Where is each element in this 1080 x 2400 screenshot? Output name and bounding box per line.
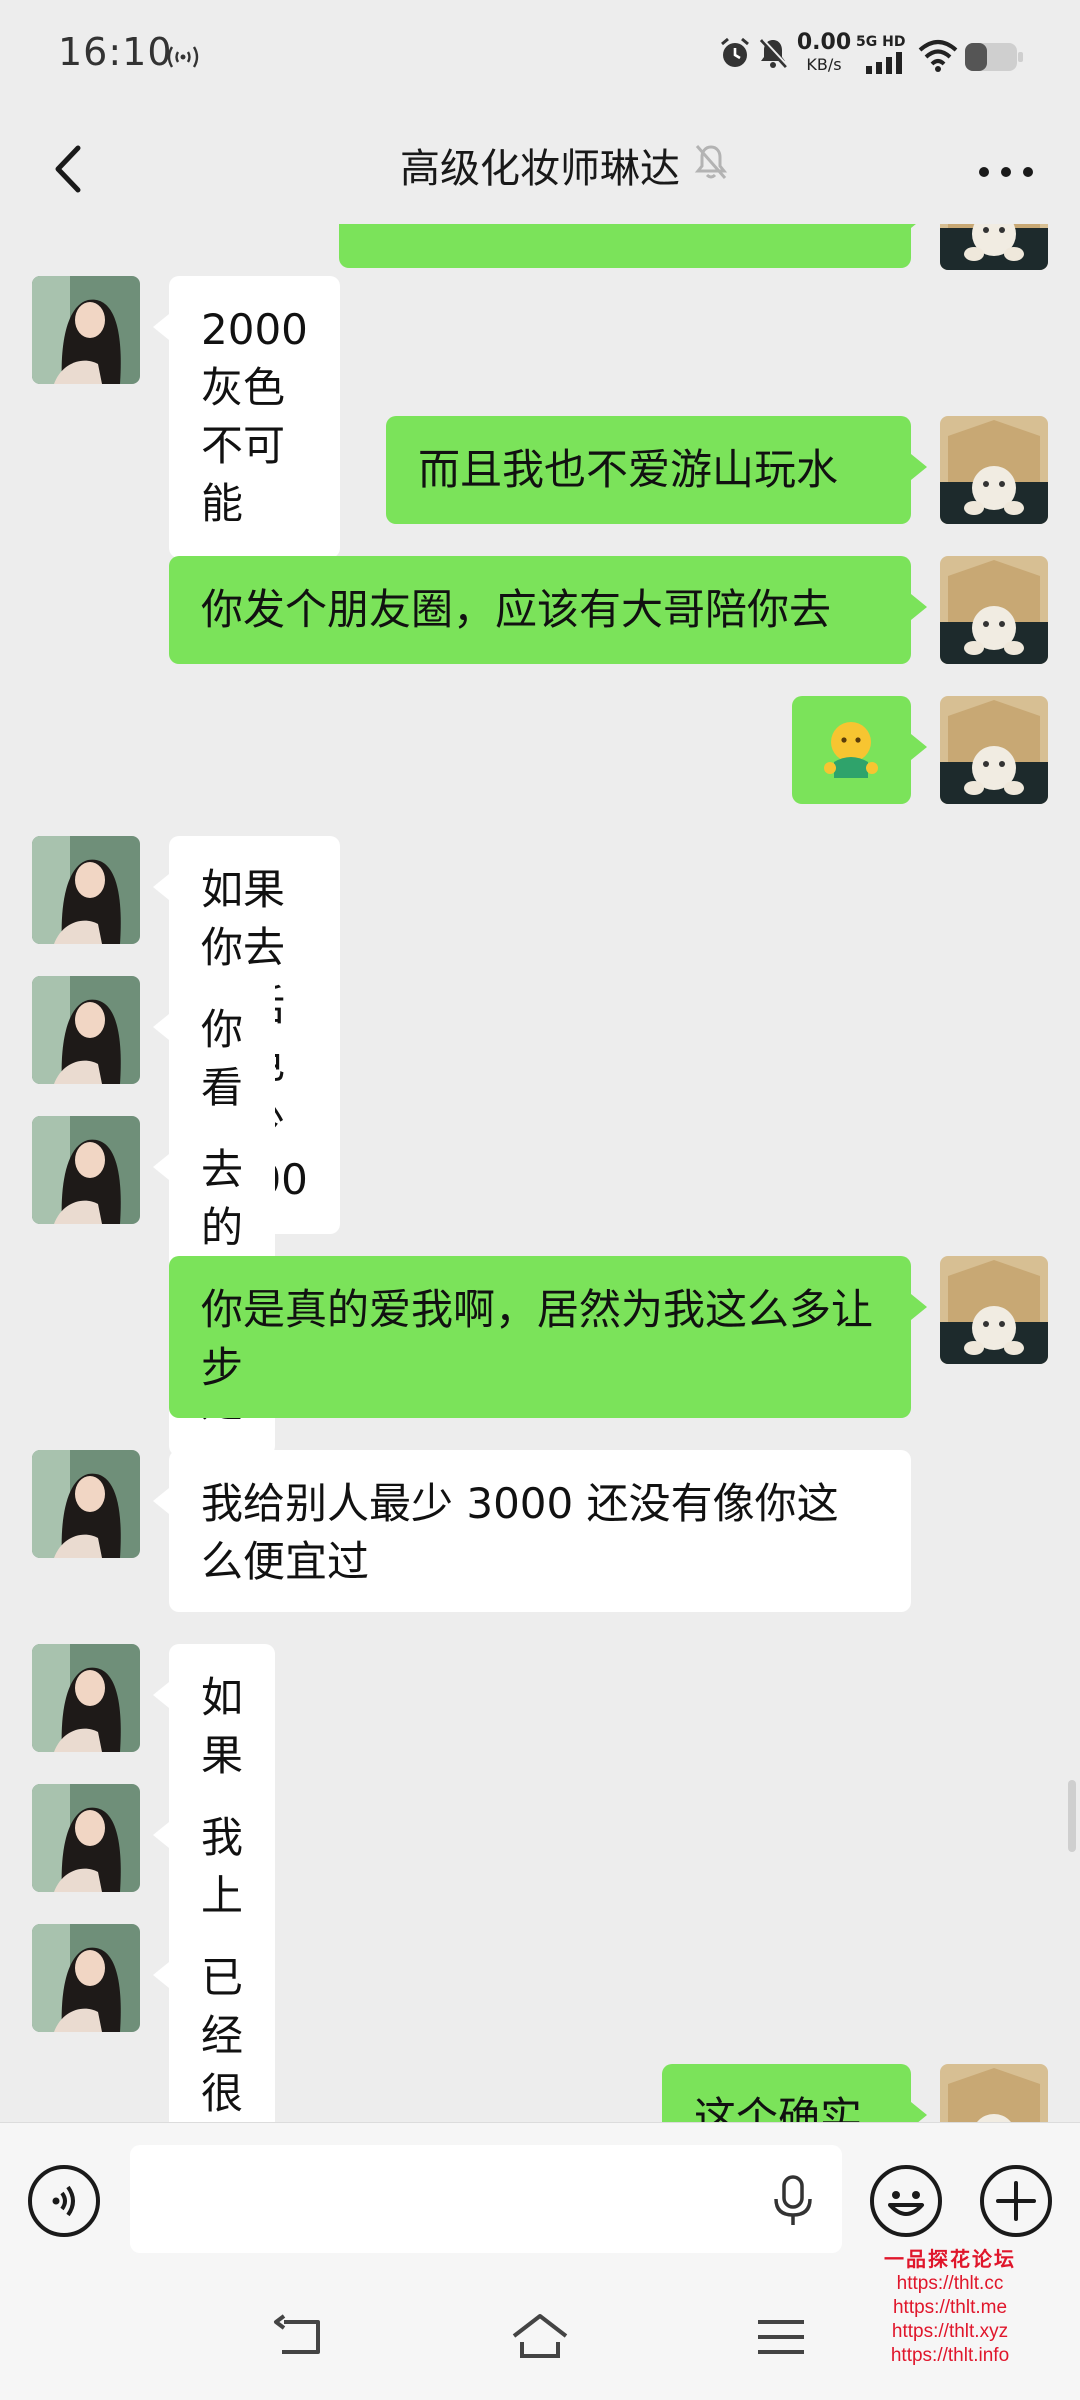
message-bubble[interactable]: 已经很仁至义尽了 (152, 1924, 276, 2122)
more-options-button[interactable] (972, 152, 1040, 192)
nav-back-icon (274, 2314, 320, 2354)
alarm-icon (718, 36, 752, 74)
avatar-self[interactable] (940, 696, 1048, 804)
status-bar: 16:10 0.00 KB/s 5G HD (0, 0, 1080, 112)
avatar-self[interactable] (940, 1256, 1048, 1364)
nav-home-icon (512, 2314, 568, 2358)
more-icon (979, 167, 1033, 177)
avatar-self[interactable] (940, 556, 1048, 664)
voice-mode-button[interactable] (28, 2165, 100, 2237)
avatar-contact[interactable] (32, 1644, 140, 1752)
nav-home-button[interactable] (510, 2312, 570, 2366)
net-speed-unit: KB/s (806, 55, 842, 74)
avatar-contact[interactable] (32, 1784, 140, 1892)
battery-icon (964, 42, 1024, 76)
nav-menu-icon (758, 2320, 804, 2354)
net-speed-value: 0.00 (796, 30, 852, 55)
watermark-url: https://thlt.me (892, 2297, 1008, 2318)
contact-name: 高级化妆师琳达 (400, 146, 680, 192)
message-bubble[interactable]: 你发个朋友圈，应该有大哥陪你去 (169, 556, 927, 664)
net-speed: 0.00 KB/s (796, 32, 852, 76)
avatar-contact[interactable] (32, 836, 140, 944)
status-time: 16:10 (58, 30, 173, 74)
chat-screen: 16:10 0.00 KB/s 5G HD 高级化妆师琳达 2000 灰色 不可… (0, 0, 1080, 2400)
message-bubble[interactable]: 2000 灰色 不可能 (153, 276, 340, 558)
plus-icon (996, 2181, 1036, 2221)
nav-menu-button[interactable] (752, 2312, 812, 2366)
scrollbar-thumb[interactable] (1068, 1780, 1076, 1852)
watermark-url: https://thlt.xyz (891, 2321, 1009, 2342)
avatar-contact[interactable] (32, 276, 140, 384)
emoji-button[interactable] (870, 2165, 942, 2237)
avatar-self[interactable] (940, 224, 1048, 270)
smiley-icon (888, 2191, 924, 2216)
watermark-url: https://thlt.cc (896, 2273, 1004, 2294)
chat-title: 高级化妆师琳达 (0, 134, 1080, 204)
avatar-contact[interactable] (32, 976, 140, 1084)
message-bubble[interactable]: 你是真的爱我啊，居然为我这么多让步 (169, 1256, 927, 1418)
avatar-self[interactable] (940, 2064, 1048, 2122)
microphone-icon[interactable] (770, 2175, 816, 2231)
muted-bell-icon (694, 142, 728, 186)
message-input[interactable] (130, 2145, 842, 2253)
signal-label: 5G HD (856, 34, 906, 50)
wifi-icon (918, 38, 958, 76)
title-bar: 高级化妆师琳达 (0, 112, 1080, 224)
message-bubble[interactable] (792, 696, 927, 804)
avatar-contact[interactable] (32, 1924, 140, 2032)
message-bubble[interactable]: 我给别人最少 3000 还没有像你这么便宜过 (153, 1450, 911, 1612)
avatar-self[interactable] (940, 416, 1048, 524)
message-bubble[interactable]: 这个确实 (662, 2064, 927, 2122)
watermark-title: 一品探花论坛 (884, 2247, 1016, 2271)
message-bubble[interactable]: 而且我也不爱游山玩水 (386, 416, 927, 524)
avatar-contact[interactable] (32, 1116, 140, 1224)
more-functions-button[interactable] (980, 2165, 1052, 2237)
sticker-emoji-icon (824, 722, 878, 778)
voice-wave-icon (52, 2185, 75, 2217)
chat-area[interactable]: 2000 灰色 不可能 而且我也不爱游山玩水 你发个朋友圈，应该有大哥陪你去 如… (0, 224, 1080, 2122)
nfc-icon (164, 42, 202, 76)
avatar-contact[interactable] (32, 1450, 140, 1558)
nav-back-button[interactable] (270, 2312, 330, 2366)
mute-notification-icon (756, 36, 790, 74)
cell-signal-icon (866, 52, 906, 78)
message-bubble[interactable] (339, 224, 927, 268)
watermark-url: https://thlt.info (890, 2345, 1010, 2366)
watermark: 一品探花论坛 https://thlt.cc https://thlt.me h… (850, 2246, 1050, 2368)
